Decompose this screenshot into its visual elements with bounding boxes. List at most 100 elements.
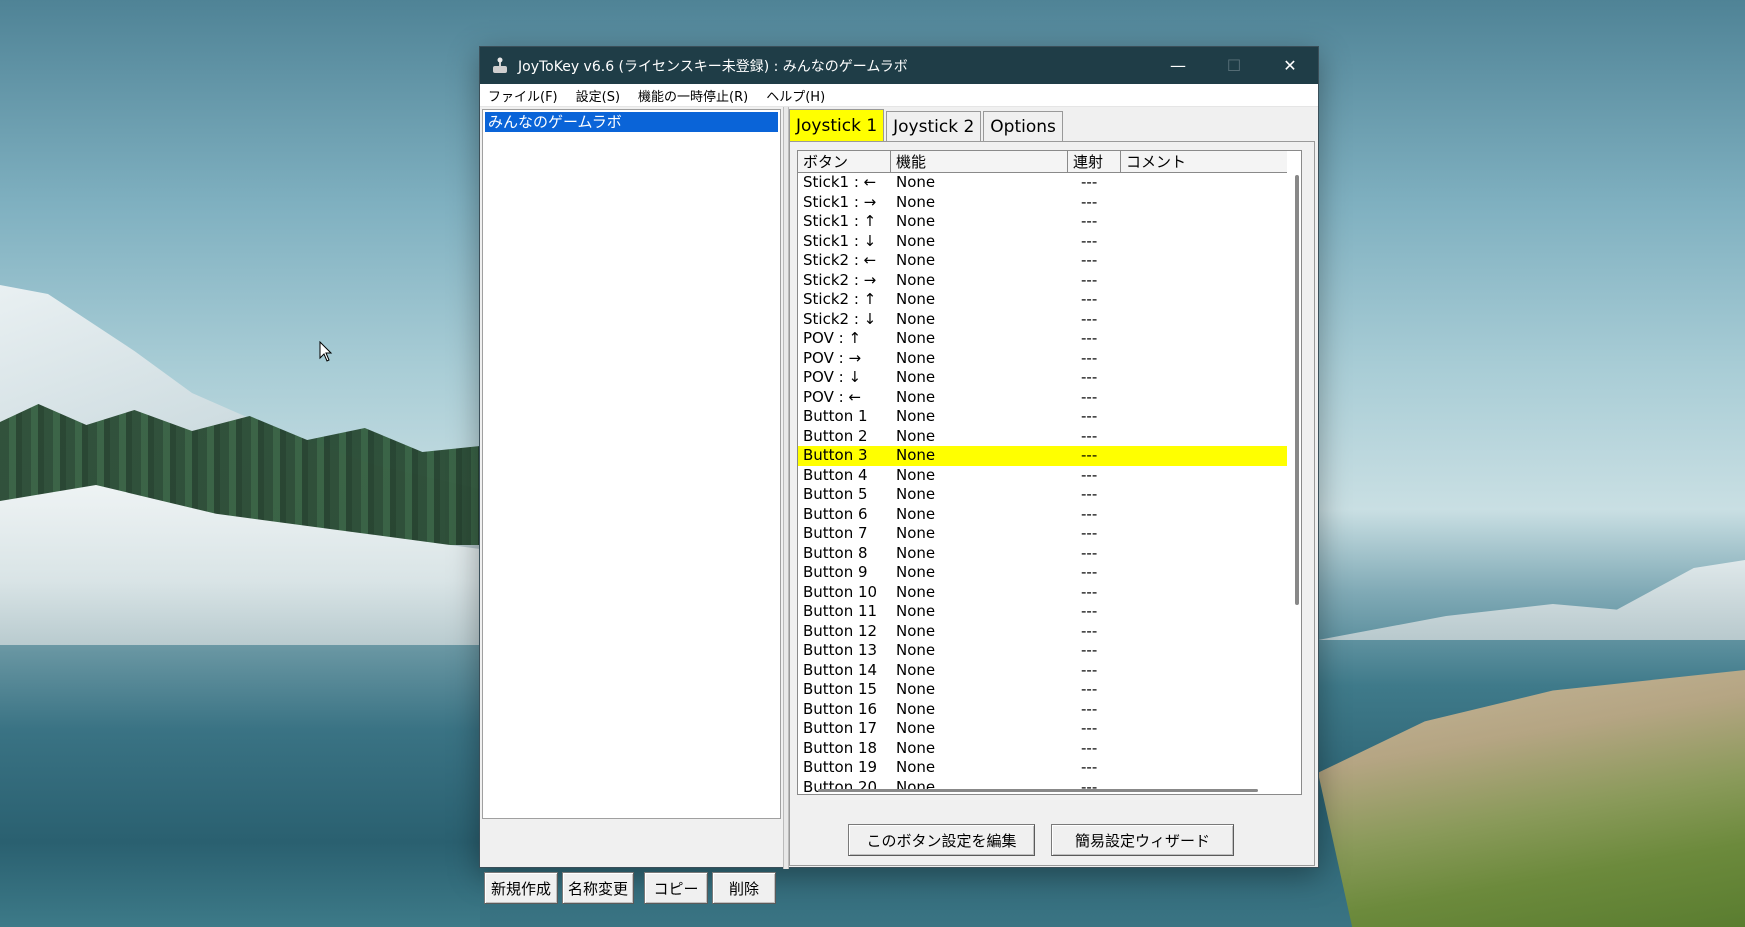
- button-cell: Button 2: [803, 426, 868, 445]
- menu-settings[interactable]: 設定(S): [576, 86, 620, 105]
- column-header-button[interactable]: ボタン: [798, 151, 891, 172]
- table-row[interactable]: Button 3 None ---: [798, 446, 1287, 466]
- table-row[interactable]: Button 16 None ---: [798, 700, 1287, 720]
- minimize-button[interactable]: —: [1150, 47, 1206, 84]
- table-row[interactable]: Button 17 None ---: [798, 719, 1287, 739]
- table-row[interactable]: Button 8 None ---: [798, 544, 1287, 564]
- comment-cell: [1121, 524, 1287, 544]
- table-row[interactable]: POV : ← None ---: [798, 388, 1287, 408]
- title-bar[interactable]: JoyToKey v6.6 (ライセンスキー未登録) : みんなのゲームラボ —…: [480, 47, 1318, 84]
- profile-buttons: 新規作成 名称変更 コピー 削除: [484, 872, 776, 904]
- rapid-fire-cell: ---: [1081, 407, 1098, 425]
- column-header-comment[interactable]: コメント: [1121, 151, 1287, 172]
- button-cell: Button 13: [803, 641, 878, 659]
- table-row[interactable]: Button 15 None ---: [798, 680, 1287, 700]
- new-profile-button[interactable]: 新規作成: [484, 872, 558, 904]
- tab-options[interactable]: Options: [983, 111, 1063, 141]
- profile-list[interactable]: みんなのゲームラボ: [482, 109, 781, 819]
- button-cell: Stick2 : ←: [803, 251, 877, 269]
- table-row[interactable]: Button 9 None ---: [798, 563, 1287, 583]
- table-row[interactable]: Button 20 None ---: [798, 778, 1287, 795]
- table-header: ボタン 機能 連射 コメント: [798, 151, 1287, 173]
- button-assignment-table[interactable]: ボタン 機能 連射 コメント Stick1 : ← None --- Stick1 :…: [797, 150, 1302, 795]
- vertical-scrollbar[interactable]: [1295, 175, 1299, 605]
- function-cell: None: [896, 387, 936, 406]
- button-cell: Stick1 : →: [803, 192, 877, 211]
- joystick-1-panel: ボタン 機能 連射 コメント Stick1 : ← None --- Stick1 :…: [789, 141, 1315, 866]
- rapid-fire-cell: ---: [1081, 270, 1098, 289]
- table-row[interactable]: Stick2 : ↑ None ---: [798, 290, 1287, 310]
- button-cell: POV : →: [803, 348, 862, 367]
- rapid-fire-cell: ---: [1081, 446, 1098, 464]
- table-row[interactable]: Button 1 None ---: [798, 407, 1287, 427]
- function-cell: None: [896, 173, 936, 191]
- table-row[interactable]: Button 13 None ---: [798, 641, 1287, 661]
- rapid-fire-cell: ---: [1081, 602, 1098, 620]
- comment-cell: [1121, 466, 1287, 486]
- rename-profile-button[interactable]: 名称変更: [562, 872, 634, 904]
- copy-profile-button[interactable]: コピー: [644, 872, 708, 904]
- function-cell: None: [896, 270, 936, 289]
- rapid-fire-cell: ---: [1081, 387, 1098, 406]
- table-row[interactable]: Button 10 None ---: [798, 583, 1287, 603]
- table-row[interactable]: Button 11 None ---: [798, 602, 1287, 622]
- tab-joystick-2[interactable]: Joystick 2: [886, 111, 982, 141]
- comment-cell: [1121, 388, 1287, 408]
- table-row[interactable]: Stick1 : ↓ None ---: [798, 232, 1287, 252]
- table-row[interactable]: Button 19 None ---: [798, 758, 1287, 778]
- button-cell: Button 5: [803, 485, 868, 503]
- column-header-rapid-fire[interactable]: 連射: [1068, 151, 1121, 172]
- table-row[interactable]: Stick1 : ← None ---: [798, 173, 1287, 193]
- menu-file[interactable]: ファイル(F): [488, 86, 558, 105]
- table-row[interactable]: Button 6 None ---: [798, 505, 1287, 525]
- edit-button-setting-button[interactable]: このボタン設定を編集: [848, 824, 1035, 856]
- comment-cell: [1121, 602, 1287, 622]
- comment-cell: [1121, 485, 1287, 505]
- comment-cell: [1121, 505, 1287, 525]
- table-row[interactable]: POV : → None ---: [798, 349, 1287, 369]
- table-row[interactable]: Button 4 None ---: [798, 466, 1287, 486]
- table-row[interactable]: POV : ↓ None ---: [798, 368, 1287, 388]
- table-row[interactable]: Button 5 None ---: [798, 485, 1287, 505]
- table-row[interactable]: POV : ↑ None ---: [798, 329, 1287, 349]
- function-cell: None: [896, 446, 936, 464]
- table-row[interactable]: Button 12 None ---: [798, 622, 1287, 642]
- table-row[interactable]: Stick2 : ← None ---: [798, 251, 1287, 271]
- button-cell: Button 6: [803, 504, 868, 523]
- button-cell: Button 18: [803, 738, 878, 757]
- table-row[interactable]: Button 18 None ---: [798, 739, 1287, 759]
- function-cell: None: [896, 582, 936, 601]
- profile-item-selected[interactable]: みんなのゲームラボ: [485, 112, 778, 132]
- function-cell: None: [896, 348, 936, 367]
- delete-profile-button[interactable]: 削除: [712, 872, 776, 904]
- setup-wizard-button[interactable]: 簡易設定ウィザード: [1051, 824, 1234, 856]
- rapid-fire-cell: ---: [1081, 485, 1098, 503]
- table-row[interactable]: Stick1 : ↑ None ---: [798, 212, 1287, 232]
- rapid-fire-cell: ---: [1081, 251, 1098, 269]
- comment-cell: [1121, 641, 1287, 661]
- table-row[interactable]: Button 7 None ---: [798, 524, 1287, 544]
- horizontal-scrollbar[interactable]: [818, 789, 1258, 792]
- table-row[interactable]: Button 2 None ---: [798, 427, 1287, 447]
- menu-pause[interactable]: 機能の一時停止(R): [638, 86, 748, 105]
- function-cell: None: [896, 719, 936, 737]
- table-row[interactable]: Stick2 : ↓ None ---: [798, 310, 1287, 330]
- function-cell: None: [896, 426, 936, 445]
- comment-cell: [1121, 407, 1287, 427]
- close-button[interactable]: ✕: [1262, 47, 1318, 84]
- rapid-fire-cell: ---: [1081, 543, 1098, 562]
- maximize-button[interactable]: ☐: [1206, 47, 1262, 84]
- wallpaper-mountains-right: [1318, 560, 1745, 640]
- rapid-fire-cell: ---: [1081, 231, 1098, 250]
- rapid-fire-cell: ---: [1081, 348, 1098, 367]
- table-row[interactable]: Button 14 None ---: [798, 661, 1287, 681]
- tab-joystick-1[interactable]: Joystick 1: [789, 109, 885, 141]
- button-cell: Button 11: [803, 602, 878, 620]
- function-cell: None: [896, 192, 936, 211]
- rapid-fire-cell: ---: [1081, 173, 1098, 191]
- function-cell: None: [896, 251, 936, 269]
- table-row[interactable]: Stick2 : → None ---: [798, 271, 1287, 291]
- column-header-function[interactable]: 機能: [891, 151, 1068, 172]
- menu-help[interactable]: ヘルプ(H): [766, 86, 825, 105]
- table-row[interactable]: Stick1 : → None ---: [798, 193, 1287, 213]
